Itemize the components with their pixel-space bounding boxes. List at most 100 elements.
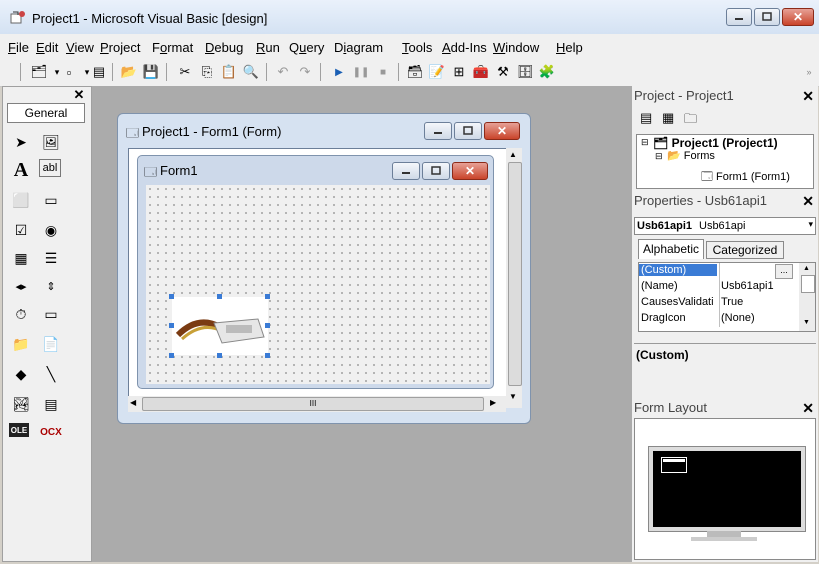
menu-run[interactable]: Run — [256, 40, 280, 55]
combobox-icon[interactable]: ▦ — [9, 247, 33, 269]
form1-client-grid[interactable] — [146, 185, 490, 384]
selection-handle[interactable] — [169, 353, 174, 358]
designer-vertical-scrollbar[interactable]: ▲ ▼ — [506, 148, 522, 408]
collapse-icon[interactable]: ⊟ — [641, 137, 649, 148]
selection-handle[interactable] — [169, 294, 174, 299]
object-selector-dropdown[interactable]: Usb61api1 Usb61api ▾ — [634, 217, 816, 235]
menu-format[interactable]: Format — [152, 40, 193, 55]
property-grid-scrollbar[interactable]: ▲ ▼ — [799, 263, 815, 331]
data-view-icon[interactable]: 🗄 — [516, 63, 534, 81]
designer-minimize-button[interactable] — [424, 122, 452, 140]
usb-ocx-icon[interactable]: OCX — [39, 421, 63, 443]
close-button[interactable]: ✕ — [782, 8, 814, 26]
property-row[interactable]: CausesValidati True — [639, 295, 799, 311]
pointer-icon[interactable]: ➤ — [9, 131, 33, 153]
vscrollbar-icon[interactable]: ⇕ — [39, 275, 63, 297]
hscrollbar-icon[interactable]: ◂▸ — [9, 275, 33, 297]
designer-horizontal-scrollbar[interactable]: ◀ III ▶ — [128, 396, 506, 412]
ole-icon[interactable]: OLE — [9, 423, 29, 437]
save-icon[interactable]: 💾 — [142, 63, 160, 81]
form1-close-button[interactable]: ✕ — [452, 162, 488, 180]
dirlistbox-icon[interactable]: 📁 — [9, 333, 33, 355]
menu-window[interactable]: Window — [493, 40, 539, 55]
maximize-button[interactable] — [754, 8, 780, 26]
toolbox-icon[interactable]: ⚒ — [494, 63, 512, 81]
textbox-icon[interactable]: abl — [39, 159, 61, 177]
scroll-down-icon[interactable]: ▼ — [509, 392, 517, 401]
minimize-button[interactable] — [726, 8, 752, 26]
toolbar-overflow-icon[interactable]: » — [800, 63, 818, 81]
menu-editor-icon[interactable]: ▤ — [90, 63, 108, 81]
tree-node-forms[interactable]: 📂 Forms — [667, 149, 715, 162]
scroll-up-icon[interactable]: ▲ — [803, 265, 810, 272]
designer-close-button[interactable]: ✕ — [484, 122, 520, 140]
property-row[interactable]: DragIcon (None) — [639, 311, 799, 327]
object-browser-icon[interactable]: 🧰 — [472, 63, 490, 81]
line-icon[interactable]: ╲ — [39, 363, 63, 385]
undo-icon[interactable]: ↶ — [274, 63, 292, 81]
component-manager-icon[interactable]: 🧩 — [538, 63, 556, 81]
commandbutton-icon[interactable]: ▭ — [39, 189, 63, 211]
listbox-icon[interactable]: ☰ — [39, 247, 63, 269]
chevron-down-icon[interactable]: ▾ — [808, 219, 813, 230]
toggle-folders-icon[interactable]: 🗀 — [684, 110, 697, 132]
tree-node-project[interactable]: 🗂 Project1 (Project1) — [653, 136, 778, 150]
checkbox-icon[interactable]: ☑ — [9, 219, 33, 241]
filelistbox-icon[interactable]: 📄 — [39, 333, 63, 355]
add-form-icon[interactable]: ▫ — [60, 63, 78, 81]
property-value[interactable]: (None) — [721, 312, 797, 324]
break-icon[interactable]: ❚❚ — [352, 63, 370, 81]
picturebox-icon[interactable]: 🖼 — [39, 131, 63, 153]
toolbox-close-icon[interactable]: ✕ — [71, 87, 87, 102]
find-icon[interactable]: 🔍 — [242, 63, 260, 81]
property-row[interactable]: (Custom) ... — [639, 263, 799, 279]
collapse-icon[interactable]: ⊟ — [655, 151, 663, 162]
add-project-icon[interactable]: 🗂 — [30, 63, 48, 81]
selection-handle[interactable] — [169, 323, 174, 328]
paste-icon[interactable]: 📋 — [220, 63, 238, 81]
selection-handle[interactable] — [265, 353, 270, 358]
menu-tools[interactable]: Tools — [402, 40, 432, 55]
open-icon[interactable]: 📂 — [120, 63, 138, 81]
menu-edit[interactable]: Edit — [36, 40, 58, 55]
view-object-icon[interactable]: ▦ — [662, 110, 674, 126]
scroll-down-icon[interactable]: ▼ — [803, 319, 810, 326]
shape-icon[interactable]: ◆ — [9, 363, 33, 385]
form1-minimize-button[interactable] — [392, 162, 420, 180]
menu-view[interactable]: View — [66, 40, 94, 55]
selection-handle[interactable] — [265, 294, 270, 299]
form1-maximize-button[interactable] — [422, 162, 450, 180]
form-layout-close-icon[interactable]: ✕ — [802, 400, 814, 417]
project-explorer-icon[interactable]: 🗃 — [406, 63, 424, 81]
timer-icon[interactable]: ⏱ — [9, 303, 33, 325]
vertical-scroll-thumb[interactable] — [508, 162, 522, 386]
drivelistbox-icon[interactable]: ▭ — [39, 303, 63, 325]
menu-debug[interactable]: Debug — [205, 40, 243, 55]
selection-handle[interactable] — [265, 323, 270, 328]
cut-icon[interactable]: ✂ — [176, 63, 194, 81]
selection-handle[interactable] — [217, 294, 222, 299]
toolbox-general-tab[interactable]: General — [7, 103, 85, 123]
designer-maximize-button[interactable] — [454, 122, 482, 140]
label-icon[interactable]: A — [9, 159, 33, 181]
menu-add-ins[interactable]: Add-Ins — [442, 40, 487, 55]
tab-categorized[interactable]: Categorized — [706, 241, 784, 259]
menu-diagram[interactable]: Diagram — [334, 40, 383, 55]
start-icon[interactable]: ▶ — [330, 63, 348, 81]
form-position-preview[interactable] — [661, 457, 687, 473]
form-designer-window[interactable]: 🗔 Project1 - Form1 (Form) ✕ 🗔 Form1 ✕ ▲ … — [117, 113, 531, 424]
selection-handle[interactable] — [217, 353, 222, 358]
scroll-thumb[interactable] — [801, 275, 815, 293]
property-value[interactable]: Usb61api1 — [721, 280, 797, 292]
form1-window[interactable]: 🗔 Form1 ✕ — [137, 155, 494, 389]
scroll-left-icon[interactable]: ◀ — [130, 398, 136, 407]
tree-node-form1[interactable]: 🗔 Form1 (Form1) — [701, 168, 790, 187]
frame-icon[interactable]: ⬜ — [9, 189, 33, 211]
redo-icon[interactable]: ↷ — [296, 63, 314, 81]
view-code-icon[interactable]: ▤ — [640, 110, 652, 126]
data-icon[interactable]: ▤ — [39, 393, 63, 415]
image-icon[interactable]: 🏞 — [9, 393, 33, 415]
properties-panel-close-icon[interactable]: ✕ — [802, 193, 814, 210]
scroll-right-icon[interactable]: ▶ — [490, 398, 496, 407]
copy-icon[interactable]: ⎘ — [198, 63, 216, 81]
